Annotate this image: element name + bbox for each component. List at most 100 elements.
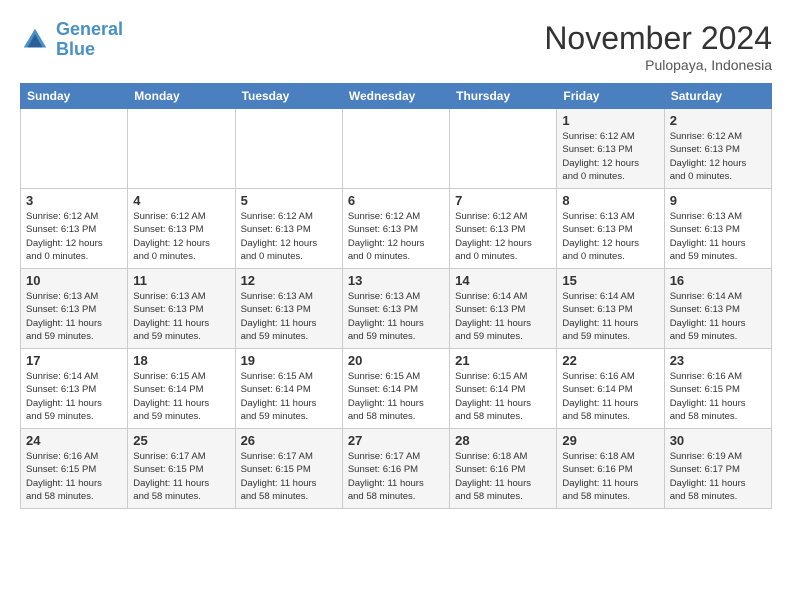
cell-info: Sunrise: 6:18 AM Sunset: 6:16 PM Dayligh… xyxy=(455,450,551,503)
cell-info: Sunrise: 6:12 AM Sunset: 6:13 PM Dayligh… xyxy=(241,210,337,263)
calendar-cell: 13 Sunrise: 6:13 AM Sunset: 6:13 PM Dayli… xyxy=(342,269,449,349)
calendar-cell: 22 Sunrise: 6:16 AM Sunset: 6:14 PM Dayli… xyxy=(557,349,664,429)
calendar-cell: 7 Sunrise: 6:12 AM Sunset: 6:13 PM Daylig… xyxy=(450,189,557,269)
day-number: 17 xyxy=(26,353,122,368)
logo-icon xyxy=(20,25,50,55)
cell-info: Sunrise: 6:14 AM Sunset: 6:13 PM Dayligh… xyxy=(455,290,551,343)
cell-info: Sunrise: 6:17 AM Sunset: 6:15 PM Dayligh… xyxy=(241,450,337,503)
cell-info: Sunrise: 6:14 AM Sunset: 6:13 PM Dayligh… xyxy=(562,290,658,343)
cell-info: Sunrise: 6:12 AM Sunset: 6:13 PM Dayligh… xyxy=(562,130,658,183)
calendar-cell xyxy=(21,109,128,189)
cell-info: Sunrise: 6:12 AM Sunset: 6:13 PM Dayligh… xyxy=(670,130,766,183)
calendar-cell: 6Sunrise: 6:12 AM Sunset: 6:13 PM Daylig… xyxy=(342,189,449,269)
cell-info: Sunrise: 6:12 AM Sunset: 6:13 PM Dayligh… xyxy=(133,210,229,263)
day-number: 10 xyxy=(26,273,122,288)
header-saturday: Saturday xyxy=(664,84,771,109)
day-number: 18 xyxy=(133,353,229,368)
calendar-cell xyxy=(450,109,557,189)
calendar-cell: 9 Sunrise: 6:13 AM Sunset: 6:13 PM Daylig… xyxy=(664,189,771,269)
day-number: 30 xyxy=(670,433,766,448)
cell-info: Sunrise: 6:13 AM Sunset: 6:13 PM Dayligh… xyxy=(133,290,229,343)
cell-info: Sunrise: 6:16 AM Sunset: 6:15 PM Dayligh… xyxy=(670,370,766,423)
calendar-body: 1 Sunrise: 6:12 AM Sunset: 6:13 PM Daylig… xyxy=(21,109,772,509)
calendar-cell: 17 Sunrise: 6:14 AM Sunset: 6:13 PM Dayli… xyxy=(21,349,128,429)
cell-info: Sunrise: 6:14 AM Sunset: 6:13 PM Dayligh… xyxy=(26,370,122,423)
calendar-cell: 5Sunrise: 6:12 AM Sunset: 6:13 PM Daylig… xyxy=(235,189,342,269)
cell-info: Sunrise: 6:12 AM Sunset: 6:13 PM Dayligh… xyxy=(26,210,122,263)
calendar-cell: 16Sunrise: 6:14 AM Sunset: 6:13 PM Dayli… xyxy=(664,269,771,349)
day-number: 27 xyxy=(348,433,444,448)
calendar-cell: 8 Sunrise: 6:13 AM Sunset: 6:13 PM Daylig… xyxy=(557,189,664,269)
calendar-cell: 25 Sunrise: 6:17 AM Sunset: 6:15 PM Dayli… xyxy=(128,429,235,509)
cell-info: Sunrise: 6:16 AM Sunset: 6:14 PM Dayligh… xyxy=(562,370,658,423)
calendar-cell: 2 Sunrise: 6:12 AM Sunset: 6:13 PM Daylig… xyxy=(664,109,771,189)
calendar-cell: 4 Sunrise: 6:12 AM Sunset: 6:13 PM Daylig… xyxy=(128,189,235,269)
calendar-cell: 11 Sunrise: 6:13 AM Sunset: 6:13 PM Dayli… xyxy=(128,269,235,349)
day-number: 23 xyxy=(670,353,766,368)
cell-info: Sunrise: 6:13 AM Sunset: 6:13 PM Dayligh… xyxy=(348,290,444,343)
calendar-cell: 10 Sunrise: 6:13 AM Sunset: 6:13 PM Dayli… xyxy=(21,269,128,349)
cell-info: Sunrise: 6:13 AM Sunset: 6:13 PM Dayligh… xyxy=(562,210,658,263)
cell-info: Sunrise: 6:15 AM Sunset: 6:14 PM Dayligh… xyxy=(455,370,551,423)
cell-info: Sunrise: 6:12 AM Sunset: 6:13 PM Dayligh… xyxy=(455,210,551,263)
calendar-header: SundayMondayTuesdayWednesdayThursdayFrid… xyxy=(21,84,772,109)
cell-info: Sunrise: 6:13 AM Sunset: 6:13 PM Dayligh… xyxy=(241,290,337,343)
cell-info: Sunrise: 6:16 AM Sunset: 6:15 PM Dayligh… xyxy=(26,450,122,503)
calendar-cell xyxy=(128,109,235,189)
header-friday: Friday xyxy=(557,84,664,109)
cell-info: Sunrise: 6:17 AM Sunset: 6:16 PM Dayligh… xyxy=(348,450,444,503)
calendar-cell: 12 Sunrise: 6:13 AM Sunset: 6:13 PM Dayli… xyxy=(235,269,342,349)
day-number: 21 xyxy=(455,353,551,368)
calendar-cell: 26 Sunrise: 6:17 AM Sunset: 6:15 PM Dayli… xyxy=(235,429,342,509)
cell-info: Sunrise: 6:19 AM Sunset: 6:17 PM Dayligh… xyxy=(670,450,766,503)
calendar-cell xyxy=(235,109,342,189)
cell-info: Sunrise: 6:18 AM Sunset: 6:16 PM Dayligh… xyxy=(562,450,658,503)
header-tuesday: Tuesday xyxy=(235,84,342,109)
day-number: 28 xyxy=(455,433,551,448)
day-number: 26 xyxy=(241,433,337,448)
cell-info: Sunrise: 6:17 AM Sunset: 6:15 PM Dayligh… xyxy=(133,450,229,503)
day-number: 1 xyxy=(562,113,658,128)
logo: General Blue xyxy=(20,20,123,60)
day-number: 4 xyxy=(133,193,229,208)
header-sunday: Sunday xyxy=(21,84,128,109)
day-number: 12 xyxy=(241,273,337,288)
day-number: 8 xyxy=(562,193,658,208)
cell-info: Sunrise: 6:13 AM Sunset: 6:13 PM Dayligh… xyxy=(670,210,766,263)
day-number: 9 xyxy=(670,193,766,208)
header-row: SundayMondayTuesdayWednesdayThursdayFrid… xyxy=(21,84,772,109)
calendar-cell: 27 Sunrise: 6:17 AM Sunset: 6:16 PM Dayli… xyxy=(342,429,449,509)
calendar-cell: 28 Sunrise: 6:18 AM Sunset: 6:16 PM Dayli… xyxy=(450,429,557,509)
calendar-cell: 23 Sunrise: 6:16 AM Sunset: 6:15 PM Dayli… xyxy=(664,349,771,429)
location-subtitle: Pulopaya, Indonesia xyxy=(544,57,772,73)
header-thursday: Thursday xyxy=(450,84,557,109)
week-row-0: 1 Sunrise: 6:12 AM Sunset: 6:13 PM Daylig… xyxy=(21,109,772,189)
calendar-cell: 20Sunrise: 6:15 AM Sunset: 6:14 PM Dayli… xyxy=(342,349,449,429)
calendar-cell: 14 Sunrise: 6:14 AM Sunset: 6:13 PM Dayli… xyxy=(450,269,557,349)
week-row-2: 10 Sunrise: 6:13 AM Sunset: 6:13 PM Dayli… xyxy=(21,269,772,349)
day-number: 7 xyxy=(455,193,551,208)
calendar-cell: 24 Sunrise: 6:16 AM Sunset: 6:15 PM Dayli… xyxy=(21,429,128,509)
month-title: November 2024 xyxy=(544,20,772,57)
day-number: 14 xyxy=(455,273,551,288)
day-number: 22 xyxy=(562,353,658,368)
logo-text: General Blue xyxy=(56,20,123,60)
calendar-table: SundayMondayTuesdayWednesdayThursdayFrid… xyxy=(20,83,772,509)
week-row-3: 17 Sunrise: 6:14 AM Sunset: 6:13 PM Dayli… xyxy=(21,349,772,429)
cell-info: Sunrise: 6:15 AM Sunset: 6:14 PM Dayligh… xyxy=(133,370,229,423)
page-header: General Blue November 2024 Pulopaya, Ind… xyxy=(20,20,772,73)
day-number: 24 xyxy=(26,433,122,448)
day-number: 11 xyxy=(133,273,229,288)
day-number: 13 xyxy=(348,273,444,288)
cell-info: Sunrise: 6:15 AM Sunset: 6:14 PM Dayligh… xyxy=(348,370,444,423)
day-number: 2 xyxy=(670,113,766,128)
day-number: 25 xyxy=(133,433,229,448)
cell-info: Sunrise: 6:13 AM Sunset: 6:13 PM Dayligh… xyxy=(26,290,122,343)
title-block: November 2024 Pulopaya, Indonesia xyxy=(544,20,772,73)
day-number: 6 xyxy=(348,193,444,208)
calendar-cell: 1 Sunrise: 6:12 AM Sunset: 6:13 PM Daylig… xyxy=(557,109,664,189)
calendar-cell: 19Sunrise: 6:15 AM Sunset: 6:14 PM Dayli… xyxy=(235,349,342,429)
day-number: 19 xyxy=(241,353,337,368)
calendar-cell: 3Sunrise: 6:12 AM Sunset: 6:13 PM Daylig… xyxy=(21,189,128,269)
week-row-1: 3Sunrise: 6:12 AM Sunset: 6:13 PM Daylig… xyxy=(21,189,772,269)
